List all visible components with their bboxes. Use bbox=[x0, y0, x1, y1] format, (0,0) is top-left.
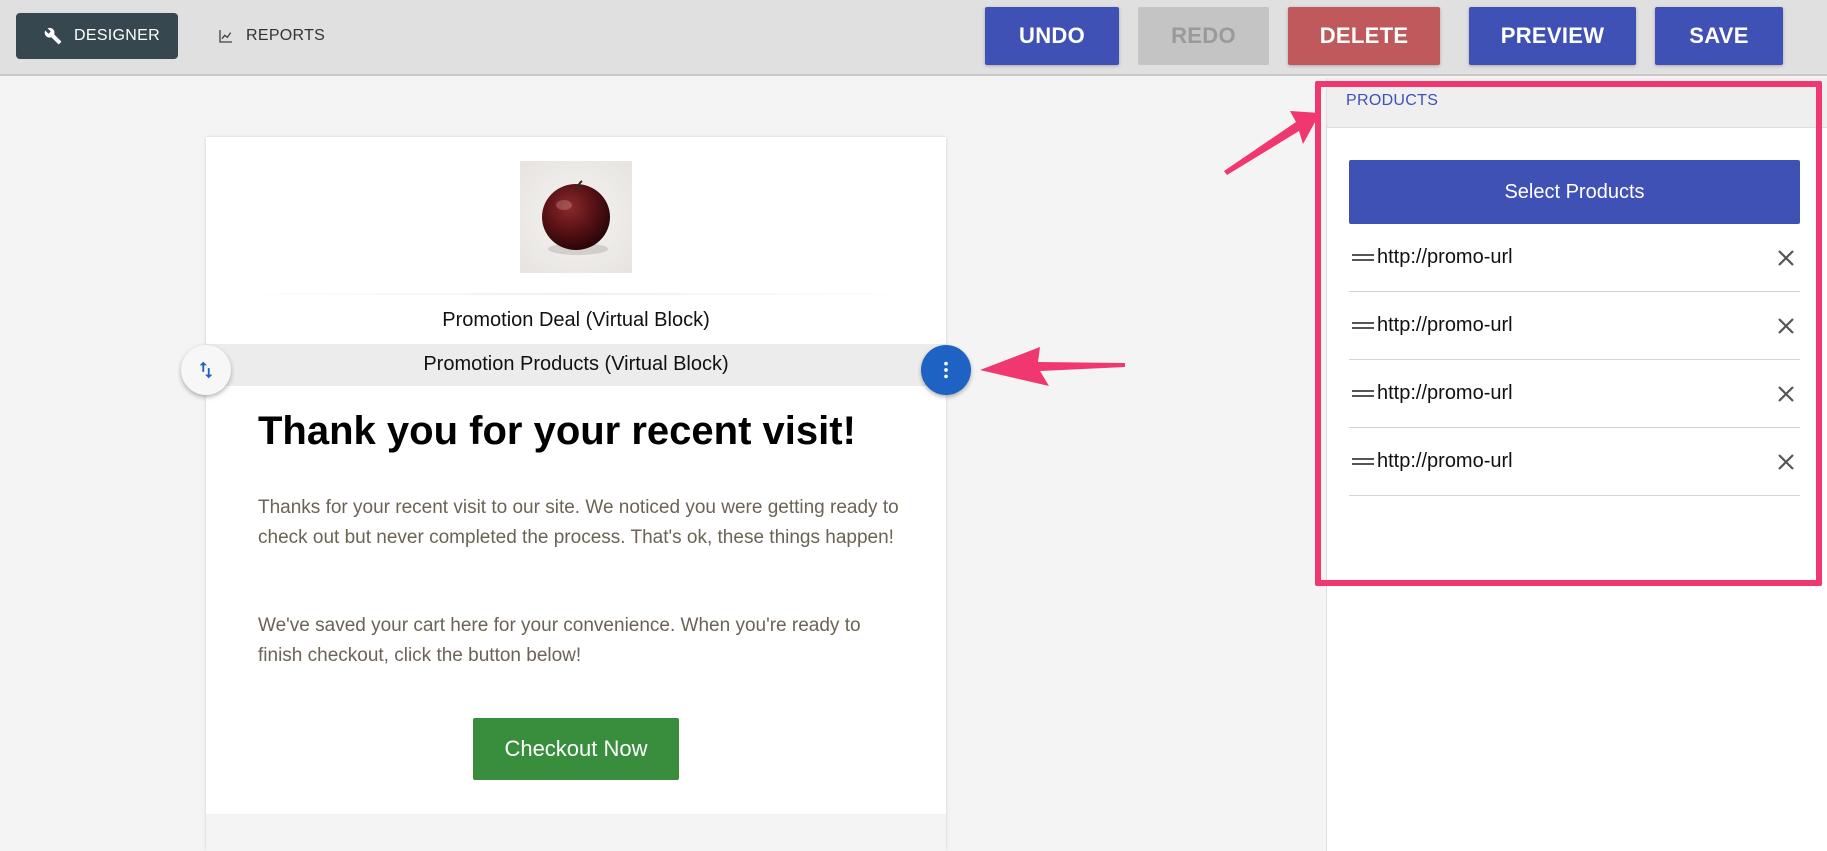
more-vertical-icon bbox=[944, 361, 948, 379]
annotation-arrow-panel bbox=[1224, 111, 1320, 175]
email-paragraph-2: We've saved your cart here for your conv… bbox=[258, 615, 861, 666]
divider bbox=[226, 293, 926, 295]
delete-button[interactable]: DELETE bbox=[1288, 7, 1440, 65]
email-footer bbox=[206, 814, 946, 851]
apple-image bbox=[542, 180, 610, 255]
wrench-icon bbox=[44, 27, 62, 45]
chart-icon bbox=[219, 30, 232, 43]
redo-button[interactable]: REDO bbox=[1138, 7, 1269, 65]
email-canvas: Promotion Deal (Virtual Block) Promotion… bbox=[206, 137, 946, 851]
checkout-now-button[interactable]: Checkout Now bbox=[473, 718, 679, 780]
move-block-button[interactable] bbox=[181, 345, 231, 395]
promotion-deal-block[interactable]: Promotion Deal (Virtual Block) bbox=[206, 309, 946, 332]
designer-tab-label: DESIGNER bbox=[74, 27, 160, 44]
top-toolbar: DESIGNER REPORTS UNDO REDO DELETE PREVIE… bbox=[0, 0, 1827, 76]
email-headline: Thank you for your recent visit! bbox=[258, 409, 856, 453]
preview-button[interactable]: PREVIEW bbox=[1469, 7, 1636, 65]
block-options-button[interactable] bbox=[921, 345, 971, 395]
reports-tab[interactable]: REPORTS bbox=[218, 13, 325, 59]
email-paragraph-1: Thanks for your recent visit to our site… bbox=[258, 497, 899, 548]
annotation-arrow-options bbox=[980, 347, 1125, 386]
annotation-highlight-box bbox=[1315, 81, 1822, 586]
designer-tab[interactable]: DESIGNER bbox=[16, 13, 178, 59]
undo-button[interactable]: UNDO bbox=[985, 7, 1119, 65]
promotion-products-block[interactable]: Promotion Products (Virtual Block) bbox=[206, 344, 946, 386]
swap-vertical-icon bbox=[199, 361, 213, 379]
promotion-products-label: Promotion Products (Virtual Block) bbox=[423, 353, 729, 375]
product-image[interactable] bbox=[520, 161, 632, 273]
save-button[interactable]: SAVE bbox=[1655, 7, 1783, 65]
reports-tab-label: REPORTS bbox=[246, 27, 326, 44]
